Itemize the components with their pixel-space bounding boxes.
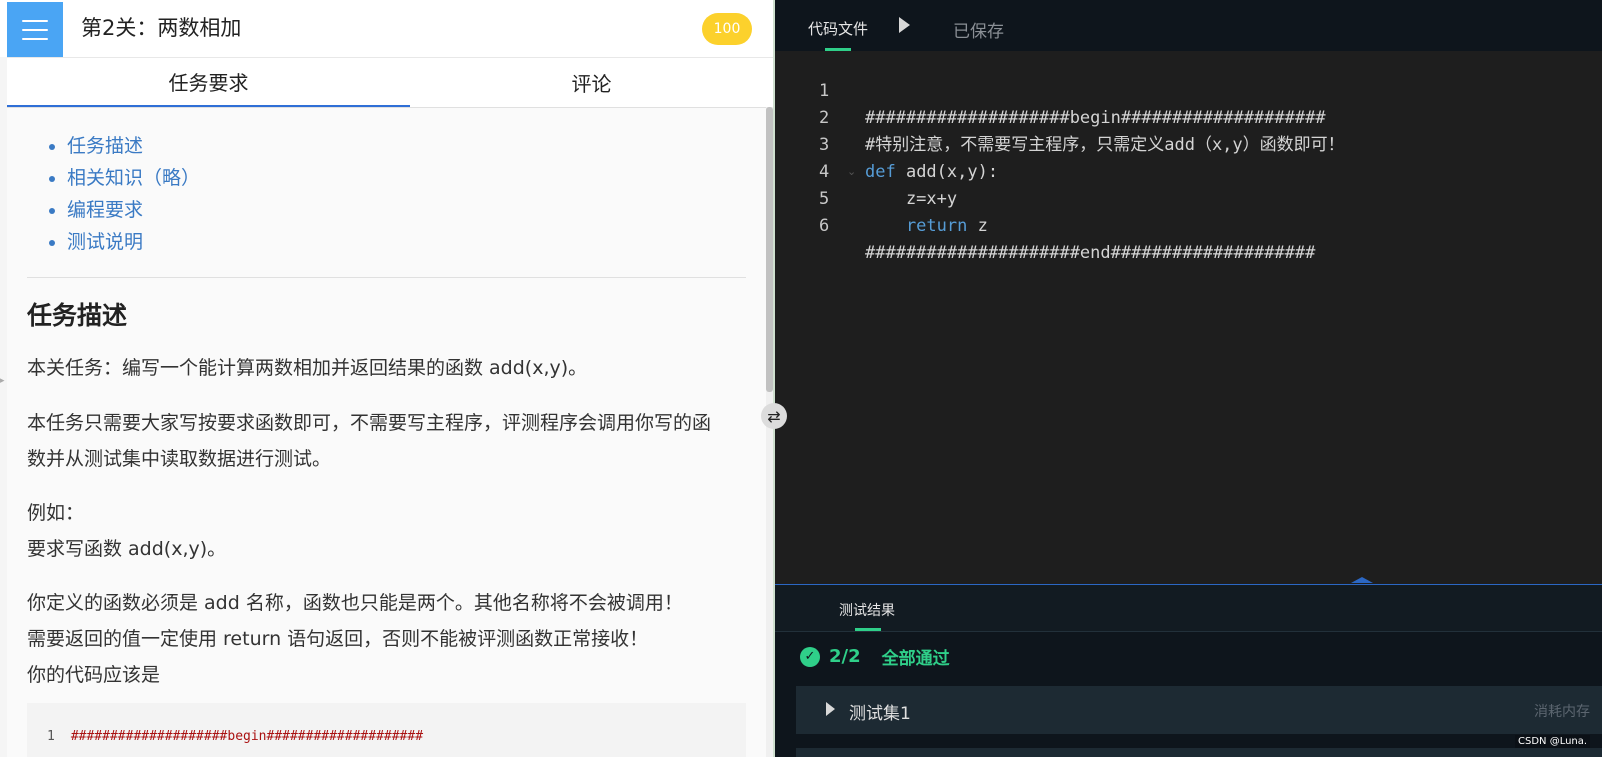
code-line[interactable]: 1 ####################begin#############… bbox=[775, 51, 1602, 128]
code-line[interactable]: 4 z=x+y bbox=[775, 132, 1602, 209]
testset-row[interactable] bbox=[796, 748, 1602, 757]
testset-meta: 消耗内存 bbox=[1534, 704, 1590, 720]
code-editor[interactable]: 1 ####################begin#############… bbox=[775, 51, 1602, 584]
line-number: 6 bbox=[819, 216, 830, 236]
active-tab-indicator bbox=[855, 628, 881, 631]
results-toolbar: 测试结果 bbox=[775, 585, 1602, 632]
testset-row[interactable]: 测试集1 消耗内存 bbox=[796, 686, 1602, 734]
testset-label: 测试集1 bbox=[849, 704, 911, 724]
play-icon[interactable] bbox=[899, 17, 910, 33]
tab-comments[interactable]: 评论 bbox=[410, 58, 773, 107]
toc-link-related-knowledge[interactable]: 相关知识（略） bbox=[67, 167, 200, 189]
collapse-arrow-icon[interactable]: ▸ bbox=[0, 376, 5, 386]
toc-link-task-description[interactable]: 任务描述 bbox=[67, 135, 143, 157]
saved-status: 已保存 bbox=[953, 22, 1004, 42]
task-tabs: 任务要求 评论 bbox=[7, 58, 773, 108]
editor-pane: 代码文件 已保存 1 ####################begin####… bbox=[775, 0, 1602, 757]
code-line[interactable]: 6 #####################end##############… bbox=[775, 186, 1602, 263]
fold-chevron-icon[interactable]: ⌄ bbox=[847, 165, 856, 178]
toc-item[interactable]: 测试说明 bbox=[67, 226, 200, 258]
code-line[interactable]: 5 return z bbox=[775, 159, 1602, 236]
code-line[interactable]: 2 #特别注意，不需要写主程序，只需定义add（x,y）函数即可！ bbox=[775, 78, 1602, 155]
table-of-contents: 任务描述 相关知识（略） 编程要求 测试说明 bbox=[27, 130, 200, 258]
score-badge: 100 bbox=[702, 13, 752, 45]
code-keyword: return bbox=[865, 216, 968, 236]
divider bbox=[27, 277, 746, 278]
pass-status: 全部通过 bbox=[881, 649, 950, 669]
code-line[interactable]: 3 def add(x,y): bbox=[775, 105, 1602, 182]
toc-link-programming-requirements[interactable]: 编程要求 bbox=[67, 199, 143, 221]
results-summary: ✓ 2/2 全部通过 bbox=[800, 644, 950, 669]
editor-toolbar: 代码文件 已保存 bbox=[775, 2, 1602, 51]
caret-right-icon[interactable] bbox=[826, 702, 835, 716]
tab-code-file[interactable]: 代码文件 bbox=[808, 18, 868, 39]
level-title: 第2关：两数相加 bbox=[81, 16, 242, 40]
code-text: return z bbox=[865, 213, 988, 240]
code-sample-line: 1 ####################begin##############… bbox=[47, 729, 423, 744]
toc-item[interactable]: 相关知识（略） bbox=[67, 162, 200, 194]
task-paragraph: 本任务只需要大家写按要求函数即可，不需要写主程序，评测程序会调用你写的函数并从测… bbox=[27, 412, 712, 470]
tab-task-requirements[interactable]: 任务要求 bbox=[7, 58, 410, 107]
toc-item[interactable]: 任务描述 bbox=[67, 130, 200, 162]
code-text: #####################end################… bbox=[865, 243, 1316, 263]
hamburger-menu-icon[interactable] bbox=[7, 2, 63, 57]
task-header: 第2关：两数相加 100 bbox=[0, 0, 773, 58]
scrollbar-thumb[interactable] bbox=[766, 107, 773, 392]
watermark: CSDN @Luna. bbox=[1515, 735, 1591, 748]
task-content: 任务描述 相关知识（略） 编程要求 测试说明 任务描述 本关任务：编写一个能计算… bbox=[7, 108, 766, 757]
code-sample-block: 1 ####################begin##############… bbox=[27, 703, 746, 757]
task-paragraph: 例如： 要求写函数 add(x,y)。 bbox=[27, 502, 227, 560]
left-edge-strip bbox=[0, 57, 7, 757]
swap-horizontal-icon[interactable]: ⇄ bbox=[761, 403, 787, 429]
toc-link-test-instructions[interactable]: 测试说明 bbox=[67, 231, 143, 253]
section-heading: 任务描述 bbox=[27, 301, 128, 330]
task-paragraph: 你定义的函数必须是 add 名称，函数也只能是两个。其他名称将不会被调用！ 需要… bbox=[27, 592, 683, 686]
code-identifier: z bbox=[967, 216, 988, 236]
code-sample-line-number: 1 bbox=[47, 729, 55, 744]
task-paragraph: 本关任务：编写一个能计算两数相加并返回结果的函数 add(x,y)。 bbox=[27, 357, 588, 379]
toc-item[interactable]: 编程要求 bbox=[67, 194, 200, 226]
tab-test-results[interactable]: 测试结果 bbox=[839, 600, 895, 620]
task-pane: 第2关：两数相加 100 任务要求 评论 ▸ 任务描述 相关知识（略） 编程要求… bbox=[0, 0, 773, 757]
pass-count: 2/2 bbox=[829, 646, 861, 667]
code-sample-text: ####################begin###############… bbox=[70, 729, 424, 744]
check-circle-icon: ✓ bbox=[800, 646, 820, 667]
